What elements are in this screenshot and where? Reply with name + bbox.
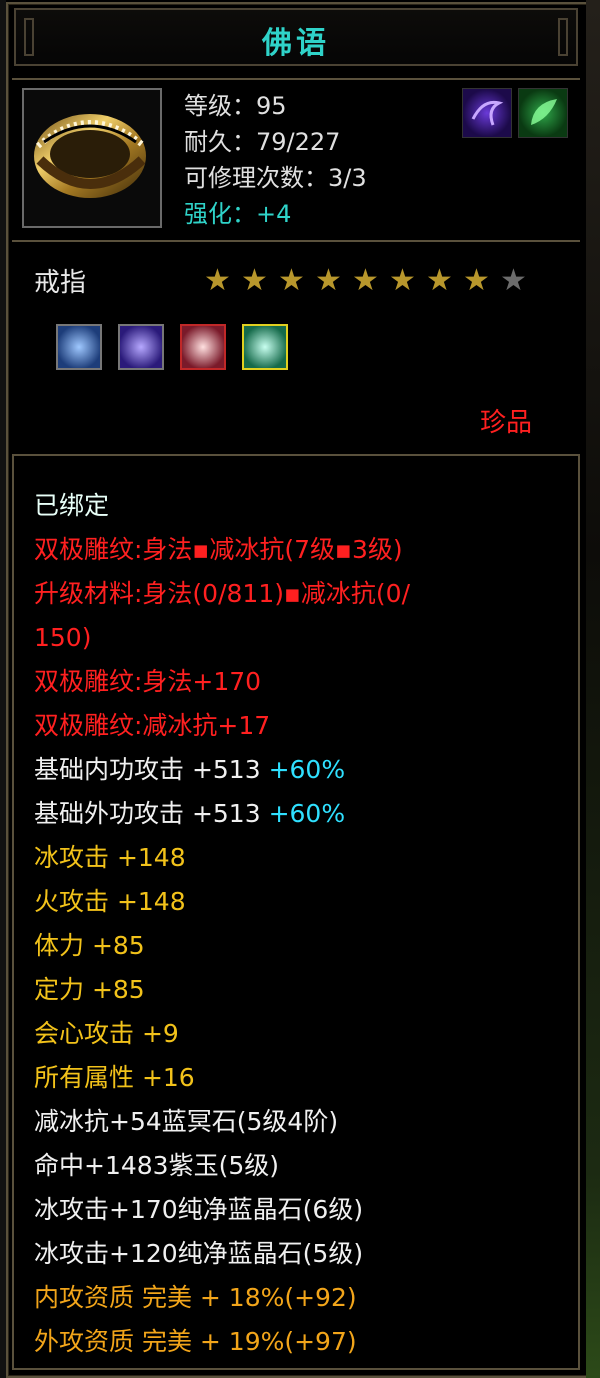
- upgrade-material-line: 升级材料:身法(0/811)▪减冰抗(0/: [34, 579, 411, 608]
- all-attributes-line: 所有属性 +16: [34, 1063, 195, 1092]
- inner-attack-pct: +60%: [268, 755, 346, 784]
- green-crystal-gem-icon[interactable]: [242, 324, 288, 370]
- blue-crystal-gem-icon[interactable]: [56, 324, 102, 370]
- gem-line-2: 命中+1483紫玉(5级): [34, 1151, 279, 1180]
- green-leaf-icon[interactable]: [518, 88, 568, 138]
- star-filled-icon: ★: [463, 263, 490, 298]
- repair-count-text: 可修理次数：3/3: [184, 164, 367, 192]
- dual-carving-line: 双极雕纹:身法▪减冰抗(7级▪3级): [34, 535, 403, 564]
- gem-line-1: 减冰抗+54蓝冥石(5级4阶): [34, 1107, 339, 1136]
- focus-line: 定力 +85: [34, 975, 145, 1004]
- star-filled-icon: ★: [315, 263, 342, 298]
- ring-icon: [22, 88, 162, 228]
- carving-ice-resist-line: 双极雕纹:减冰抗+17: [34, 711, 271, 740]
- gem-line-3: 冰攻击+170纯净蓝晶石(6级): [34, 1195, 364, 1224]
- star-empty-icon: ★: [500, 263, 527, 298]
- durability-text: 耐久：79/227: [184, 128, 341, 156]
- enhance-text: 强化：+4: [184, 200, 292, 228]
- stamina-line: 体力 +85: [34, 931, 145, 960]
- star-filled-icon: ★: [352, 263, 379, 298]
- item-stats: 等级：95 耐久：79/227 可修理次数：3/3 强化：+4: [184, 88, 367, 232]
- star-filled-icon: ★: [426, 263, 453, 298]
- inner-quality-line: 内攻资质 完美 + 18%(+92): [34, 1283, 357, 1312]
- fire-attack-line: 火攻击 +148: [34, 887, 186, 916]
- upgrade-material-line-cont: 150): [34, 623, 92, 652]
- crit-line: 会心攻击 +9: [34, 1019, 179, 1048]
- star-filled-icon: ★: [241, 263, 268, 298]
- star-filled-icon: ★: [204, 263, 231, 298]
- rarity-label: 珍品: [480, 408, 533, 438]
- level-text: 等级：95: [184, 92, 287, 120]
- item-title: 佛语: [262, 26, 330, 61]
- inner-attack-line: 基础内功攻击 +513 +60%: [34, 748, 574, 792]
- outer-quality-line: 外攻资质 完美 + 19%(+97): [34, 1327, 357, 1356]
- bound-status: 已绑定: [34, 491, 110, 520]
- star-filled-icon: ★: [389, 263, 416, 298]
- window-right-edge: [586, 0, 600, 1378]
- outer-attack-value: 基础外功攻击 +513: [34, 799, 261, 828]
- outer-attack-line: 基础外功攻击 +513 +60%: [34, 792, 574, 836]
- carving-agility-line: 双极雕纹:身法+170: [34, 667, 262, 696]
- red-crystal-gem-icon[interactable]: [180, 324, 226, 370]
- violet-crystal-gem-icon[interactable]: [118, 324, 164, 370]
- ice-attack-line: 冰攻击 +148: [34, 843, 186, 872]
- title-bar: 佛语: [14, 8, 578, 66]
- inner-attack-value: 基础内功攻击 +513: [34, 755, 261, 784]
- purple-swirl-icon[interactable]: [462, 88, 512, 138]
- star-filled-icon: ★: [278, 263, 305, 298]
- item-type: 戒指: [34, 268, 87, 298]
- gem-line-4: 冰攻击+120纯净蓝晶石(5级): [34, 1239, 364, 1268]
- outer-attack-pct: +60%: [268, 799, 346, 828]
- attribute-list: 已绑定 双极雕纹:身法▪减冰抗(7级▪3级) 升级材料:身法(0/811)▪减冰…: [34, 484, 574, 1364]
